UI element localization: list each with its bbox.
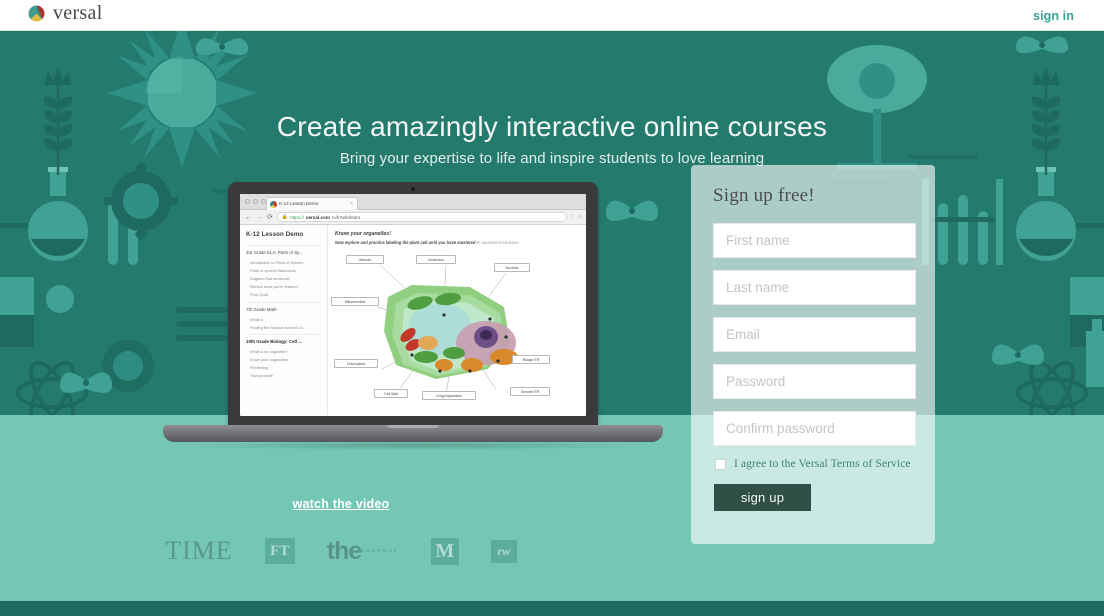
browser-toolbar: ← → ⟳ 🔒 https:// versal.com /c/k7wfe/lea… <box>240 210 586 225</box>
press-logo-medium: M <box>430 537 459 565</box>
watch-video-link[interactable]: watch the video <box>0 497 682 511</box>
cell-label-smooth-er[interactable]: Smooth ER <box>510 387 550 396</box>
signup-card: Sign up free! I agree to the Versal Term… <box>691 165 935 544</box>
course-lesson-item[interactable]: Introduction to Parts of Speech <box>246 258 322 266</box>
browser-tab-title: K-12 Lesson Demo <box>279 201 319 206</box>
cell-label-cell-wall[interactable]: Cell Wall <box>374 389 408 398</box>
password-input[interactable] <box>713 364 916 399</box>
press-logo-ft: FT <box>264 538 295 564</box>
url-scheme: https:// <box>290 214 304 220</box>
menu-icon[interactable]: ≡ <box>578 214 581 220</box>
top-navigation-bar: versal sign in <box>0 0 1104 31</box>
browser-actions: ☆ ≡ <box>571 214 581 220</box>
course-lesson-item[interactable]: Parts of speech flashcards <box>246 266 322 274</box>
press-logo-time: TIME <box>165 536 233 566</box>
bookmark-star-icon[interactable]: ☆ <box>571 214 575 220</box>
course-lesson-item[interactable]: What is <box>246 315 322 323</box>
laptop-base <box>163 425 663 442</box>
course-lesson-item[interactable]: Finding the Surface Area of Co... <box>246 323 322 331</box>
cell-label-mitochondria[interactable]: Mitochondria <box>331 297 379 306</box>
laptop-illustration: K-12 Lesson Demo × ← → ⟳ 🔒 https:// vers… <box>163 182 663 467</box>
press-logo-ft-label: FT <box>264 538 295 564</box>
lesson-content: Know your organelles! Now explore and pr… <box>328 225 586 415</box>
lesson-heading: Know your organelles! <box>335 231 391 237</box>
press-logo-the-journal: the JOURNAL <box>326 536 399 565</box>
forward-icon[interactable]: → <box>256 214 263 221</box>
cell-label-vacuole[interactable]: Vacuole <box>346 255 384 264</box>
url-host: versal.com <box>305 214 330 220</box>
course-title: K-12 Lesson Demo <box>246 231 304 238</box>
course-lesson-item[interactable]: Reviewing <box>246 364 322 372</box>
last-name-input[interactable] <box>713 270 916 305</box>
course-lesson-item[interactable]: Final Quiz! <box>246 291 322 299</box>
terms-label[interactable]: I agree to the Versal Terms of Service <box>734 458 911 470</box>
course-section: 7th Grade Math What is Finding the Surfa… <box>246 301 322 334</box>
window-controls-icon <box>245 199 266 204</box>
hero-subheadline: Bring your expertise to life and inspire… <box>339 150 765 167</box>
terms-row: I agree to the Versal Terms of Service <box>715 458 913 470</box>
course-section-title[interactable]: 3rd Grade ELA: Parts of Sp... <box>246 250 322 255</box>
signup-title: Sign up free! <box>713 185 815 206</box>
email-input[interactable] <box>713 317 916 352</box>
back-icon[interactable]: ← <box>245 214 252 221</box>
course-lesson-item[interactable]: What is an organelle? <box>246 347 322 355</box>
cell-label-rough-er[interactable]: Rough ER <box>512 355 550 364</box>
laptop-lid: K-12 Lesson Demo × ← → ⟳ 🔒 https:// vers… <box>228 182 598 430</box>
course-section: 10th Grade Biology: Cell ... What is an … <box>246 334 322 383</box>
laptop-camera-icon <box>411 187 415 191</box>
lesson-description: Now explore and practice labeling the pl… <box>335 240 580 246</box>
course-sidebar: K-12 Lesson Demo 3rd Grade ELA: Parts of… <box>240 225 328 415</box>
laptop-screen: K-12 Lesson Demo × ← → ⟳ 🔒 https:// vers… <box>240 194 586 416</box>
press-logo-medium-label: M <box>430 537 459 565</box>
footer-strip <box>0 601 1104 616</box>
favicon-icon <box>270 201 277 208</box>
press-logo-time-label: TIME <box>165 536 233 565</box>
tab-close-icon[interactable]: × <box>350 201 353 207</box>
course-section-title[interactable]: 7th Grade Math <box>246 307 322 312</box>
cell-label-chloroplast[interactable]: Chloroplast <box>334 359 378 368</box>
press-logo-the-label: the <box>326 536 362 565</box>
cell-label-nucleolus[interactable]: Nucleolus <box>416 255 456 264</box>
cell-label-golgi-apparatus[interactable]: Golgi Apparatus <box>422 391 476 400</box>
lesson-description-bold: Now explore and practice labeling the pl… <box>335 240 476 245</box>
course-page: K-12 Lesson Demo 3rd Grade ELA: Parts of… <box>240 225 586 415</box>
cell-label-nucleus[interactable]: Nucleus <box>494 263 530 272</box>
lock-icon: 🔒 <box>281 214 289 220</box>
first-name-input[interactable] <box>713 223 916 258</box>
hero-headline: Create amazingly interactive online cour… <box>276 111 828 142</box>
reload-icon[interactable]: ⟳ <box>267 214 273 221</box>
terms-checkbox[interactable] <box>715 458 726 470</box>
course-lesson-item[interactable]: Diagram that sentence! <box>246 274 322 282</box>
press-logo-readwrite: rw <box>490 539 517 563</box>
course-lesson-item[interactable]: Know your organelles! <box>246 356 322 364</box>
laptop-shadow <box>175 441 651 450</box>
course-section-title[interactable]: 10th Grade Biology: Cell ... <box>246 339 322 344</box>
versal-logo[interactable]: versal <box>27 3 103 23</box>
course-section: 3rd Grade ELA: Parts of Sp... Introducti… <box>246 245 322 302</box>
versal-wordmark: versal <box>53 2 103 24</box>
lesson-description-rest: its anatomical structure. <box>475 240 520 245</box>
sign-up-button[interactable]: sign up <box>714 484 811 511</box>
plant-cell-diagram: Vacuole Nucleolus Nucleus Mitochondria C… <box>328 247 564 407</box>
course-lesson-item[interactable]: Test yourself! <box>246 372 322 380</box>
browser-tab[interactable]: K-12 Lesson Demo × <box>266 197 358 210</box>
address-bar[interactable]: 🔒 https:// versal.com /c/k7wfe/learn <box>276 212 567 222</box>
course-lesson-item[interactable]: Review what you're learned <box>246 283 322 291</box>
sign-in-link[interactable]: sign in <box>1033 9 1074 23</box>
press-logo-journal-label: JOURNAL <box>361 548 399 554</box>
versal-circle-logo-icon <box>27 3 46 23</box>
press-logo-row: TIME FT the JOURNAL M rw <box>0 536 682 566</box>
confirm-password-input[interactable] <box>713 411 916 446</box>
browser-tab-strip: K-12 Lesson Demo × <box>240 194 586 210</box>
url-path: /c/k7wfe/learn <box>331 214 361 220</box>
press-logo-readwrite-label: rw <box>490 539 517 563</box>
